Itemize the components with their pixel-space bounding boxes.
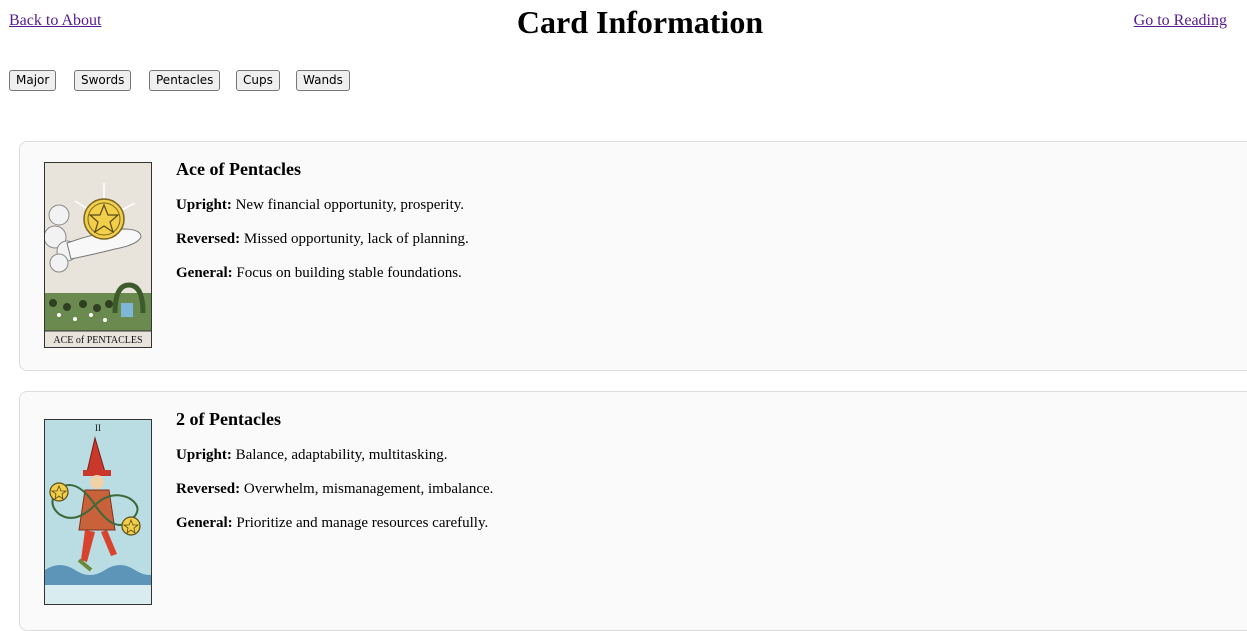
card-image: II [44,419,152,605]
card-general: General: Prioritize and manage resources… [176,515,489,531]
go-to-reading-link[interactable]: Go to Reading [1134,12,1227,30]
filter-cups-button[interactable]: Cups [236,70,280,91]
card-upright: Upright: Balance, adaptability, multitas… [176,447,448,463]
card-entry: II 2 of Pentacles Upright: Balance, adap… [19,391,1247,631]
page-title: Card Information [516,4,764,40]
filter-wands-button[interactable]: Wands [296,70,350,91]
card-image: ACE of PENTACLES [44,162,152,348]
card-name: Ace of Pentacles [176,159,301,179]
filter-major-button[interactable]: Major [9,70,57,91]
card-reversed: Reversed: Missed opportunity, lack of pl… [176,231,469,247]
page-header: Back to About Card Information Go to Rea… [0,0,1247,50]
card-general: General: Focus on building stable founda… [176,265,462,281]
card-caption: ACE of PENTACLES [53,335,142,346]
filter-pentacles-button[interactable]: Pentacles [149,70,221,91]
ace-of-pentacles-illustration: ACE of PENTACLES [45,163,151,347]
card-numeral: II [95,423,101,433]
filter-swords-button[interactable]: Swords [74,70,132,91]
card-upright: Upright: New financial opportunity, pros… [176,197,465,213]
two-of-pentacles-illustration: II [45,420,151,604]
card-entry: ACE of PENTACLES Ace of Pentacles Uprigh… [19,141,1247,371]
card-name: 2 of Pentacles [176,409,281,429]
card-reversed: Reversed: Overwhelm, mismanagement, imba… [176,481,494,497]
